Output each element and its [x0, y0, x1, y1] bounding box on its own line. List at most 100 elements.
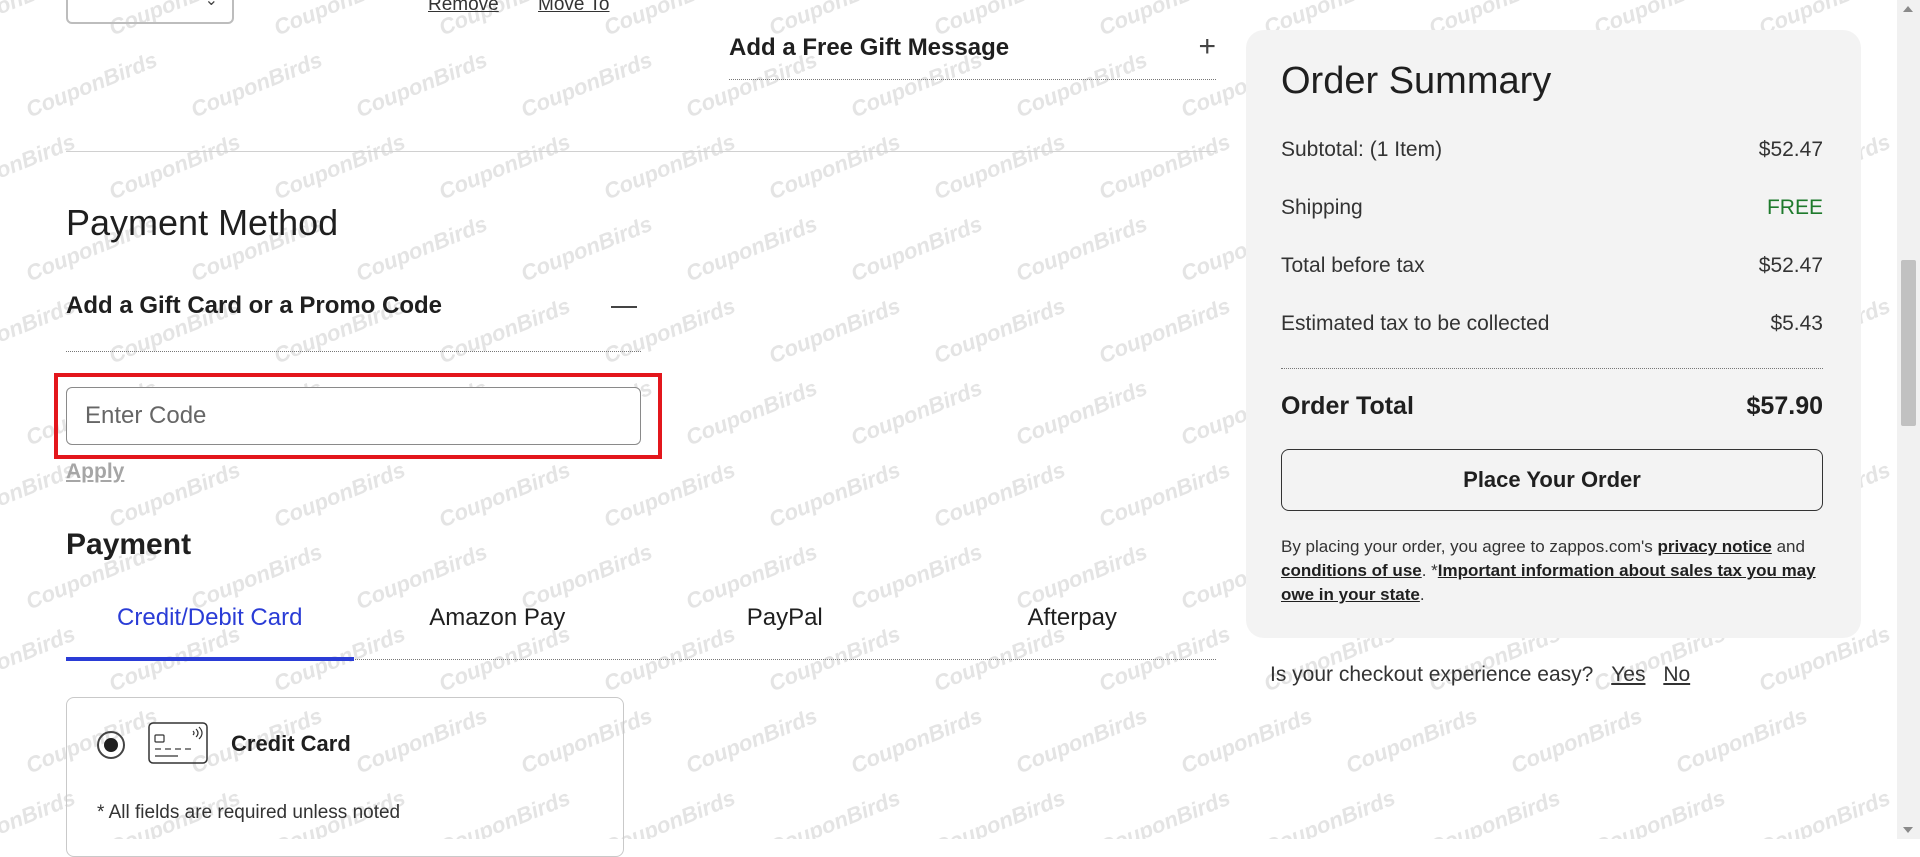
watermark: CouponBirds [1095, 456, 1234, 533]
credit-card-icon [148, 722, 208, 764]
chevron-down-icon: ⌄ [204, 0, 218, 9]
minus-icon[interactable] [611, 306, 637, 308]
credit-card-label: Credit Card [231, 731, 351, 756]
watermark: CouponBirds [22, 46, 161, 123]
item-actions: Remove Move To [428, 0, 644, 16]
watermark: CouponBirds [270, 0, 409, 41]
watermark: CouponBirds [1507, 702, 1646, 779]
watermark: CouponBirds [1672, 702, 1811, 779]
watermark: CouponBirds [1095, 128, 1234, 205]
watermark: CouponBirds [1177, 702, 1316, 779]
watermark: CouponBirds [930, 784, 1069, 839]
gift-message-label: Add a Free Gift Message [729, 34, 1010, 61]
watermark: CouponBirds [187, 46, 326, 123]
promo-code-input[interactable] [66, 387, 641, 445]
place-order-button[interactable]: Place Your Order [1281, 449, 1823, 511]
watermark: CouponBirds [1260, 784, 1399, 839]
promo-code-label: Add a Gift Card or a Promo Code [66, 292, 443, 319]
legal-text: By placing your order, you agree to zapp… [1281, 535, 1826, 607]
estimated-tax-label: Estimated tax to be collected [1281, 312, 1550, 335]
watermark: CouponBirds [517, 210, 656, 287]
promo-code-toggle[interactable]: Add a Gift Card or a Promo Code [66, 292, 641, 352]
summary-divider [1281, 368, 1823, 369]
feedback-yes-link[interactable]: Yes [1611, 663, 1645, 686]
watermark: CouponBirds [105, 128, 244, 205]
shipping-value: FREE [1766, 196, 1823, 219]
quantity-select[interactable]: ⌄ [66, 0, 234, 24]
watermark: CouponBirds [270, 456, 409, 533]
tab-credit-debit-card[interactable]: Credit/Debit Card [66, 596, 354, 661]
shipping-label: Shipping [1281, 196, 1363, 219]
estimated-tax-row: Estimated tax to be collected $5.43 [1281, 312, 1823, 336]
watermark: CouponBirds [435, 128, 574, 205]
legal-and: and [1771, 537, 1805, 556]
watermark: CouponBirds [1012, 210, 1151, 287]
watermark: CouponBirds [600, 128, 739, 205]
scroll-thumb[interactable] [1901, 260, 1916, 426]
watermark: CouponBirds [270, 128, 409, 205]
watermark: CouponBirds [1095, 292, 1234, 369]
watermark: CouponBirds [682, 374, 821, 451]
subtotal-value: $52.47 [1758, 138, 1823, 161]
scroll-up-icon[interactable] [1903, 6, 1913, 12]
watermark: CouponBirds [1590, 784, 1729, 839]
payment-method-title: Payment Method [66, 202, 339, 243]
total-before-tax-row: Total before tax $52.47 [1281, 254, 1823, 278]
watermark: CouponBirds [600, 456, 739, 533]
watermark: CouponBirds [105, 456, 244, 533]
scrollbar[interactable] [1897, 0, 1920, 839]
legal-prefix: By placing your order, you agree to zapp… [1281, 537, 1658, 556]
watermark: CouponBirds [435, 456, 574, 533]
tab-amazon-pay[interactable]: Amazon Pay [354, 596, 642, 659]
scroll-down-icon[interactable] [1903, 827, 1913, 833]
credit-card-radio[interactable] [97, 731, 125, 759]
move-to-link[interactable]: Move To [538, 0, 609, 15]
order-total-value: $57.90 [1746, 392, 1823, 420]
required-fields-note: * All fields are required unless noted [97, 802, 401, 823]
watermark: CouponBirds [1425, 784, 1564, 839]
remove-link[interactable]: Remove [428, 0, 499, 15]
watermark: CouponBirds [517, 46, 656, 123]
watermark: CouponBirds [1012, 702, 1151, 779]
watermark: CouponBirds [930, 292, 1069, 369]
estimated-tax-value: $5.43 [1770, 312, 1823, 335]
watermark: CouponBirds [765, 784, 904, 839]
feedback-question: Is your checkout experience easy? [1270, 663, 1594, 686]
watermark: CouponBirds [1755, 784, 1894, 839]
watermark: CouponBirds [352, 46, 491, 123]
watermark: CouponBirds [352, 210, 491, 287]
legal-period: . [1419, 585, 1425, 604]
plus-icon[interactable]: + [1198, 30, 1216, 64]
credit-card-option: Credit Card * All fields are required un… [66, 697, 624, 857]
legal-separator: . * [1421, 561, 1438, 580]
watermark: CouponBirds [765, 292, 904, 369]
watermark: CouponBirds [1342, 702, 1481, 779]
watermark: CouponBirds [1012, 374, 1151, 451]
privacy-notice-link[interactable]: privacy notice [1658, 537, 1772, 556]
watermark: CouponBirds [682, 210, 821, 287]
watermark: CouponBirds [930, 128, 1069, 205]
feedback-no-link[interactable]: No [1663, 663, 1690, 686]
tab-paypal[interactable]: PayPal [641, 596, 929, 659]
gift-message-toggle[interactable]: Add a Free Gift Message + [729, 30, 1216, 80]
payment-tabs: Credit/Debit Card Amazon Pay PayPal Afte… [66, 596, 1217, 661]
total-before-tax-label: Total before tax [1281, 254, 1425, 277]
watermark: CouponBirds [930, 456, 1069, 533]
order-total-label: Order Total [1281, 392, 1414, 420]
watermark: CouponBirds [765, 128, 904, 205]
payment-title: Payment [66, 528, 192, 561]
watermark: CouponBirds [847, 374, 986, 451]
order-summary-title: Order Summary [1281, 60, 1552, 102]
tab-afterpay[interactable]: Afterpay [929, 596, 1217, 659]
apply-button[interactable]: Apply [66, 460, 124, 484]
watermark: CouponBirds [1095, 784, 1234, 839]
watermark: CouponBirds [765, 456, 904, 533]
subtotal-row: Subtotal: (1 Item) $52.47 [1281, 138, 1823, 162]
watermark: CouponBirds [847, 210, 986, 287]
watermark: CouponBirds [0, 128, 79, 205]
conditions-of-use-link[interactable]: conditions of use [1281, 561, 1422, 580]
shipping-row: Shipping FREE [1281, 196, 1823, 220]
watermark: CouponBirds [847, 702, 986, 779]
order-summary-panel: Order Summary Subtotal: (1 Item) $52.47 … [1246, 30, 1861, 638]
order-total-row: Order Total $57.90 [1281, 392, 1823, 421]
